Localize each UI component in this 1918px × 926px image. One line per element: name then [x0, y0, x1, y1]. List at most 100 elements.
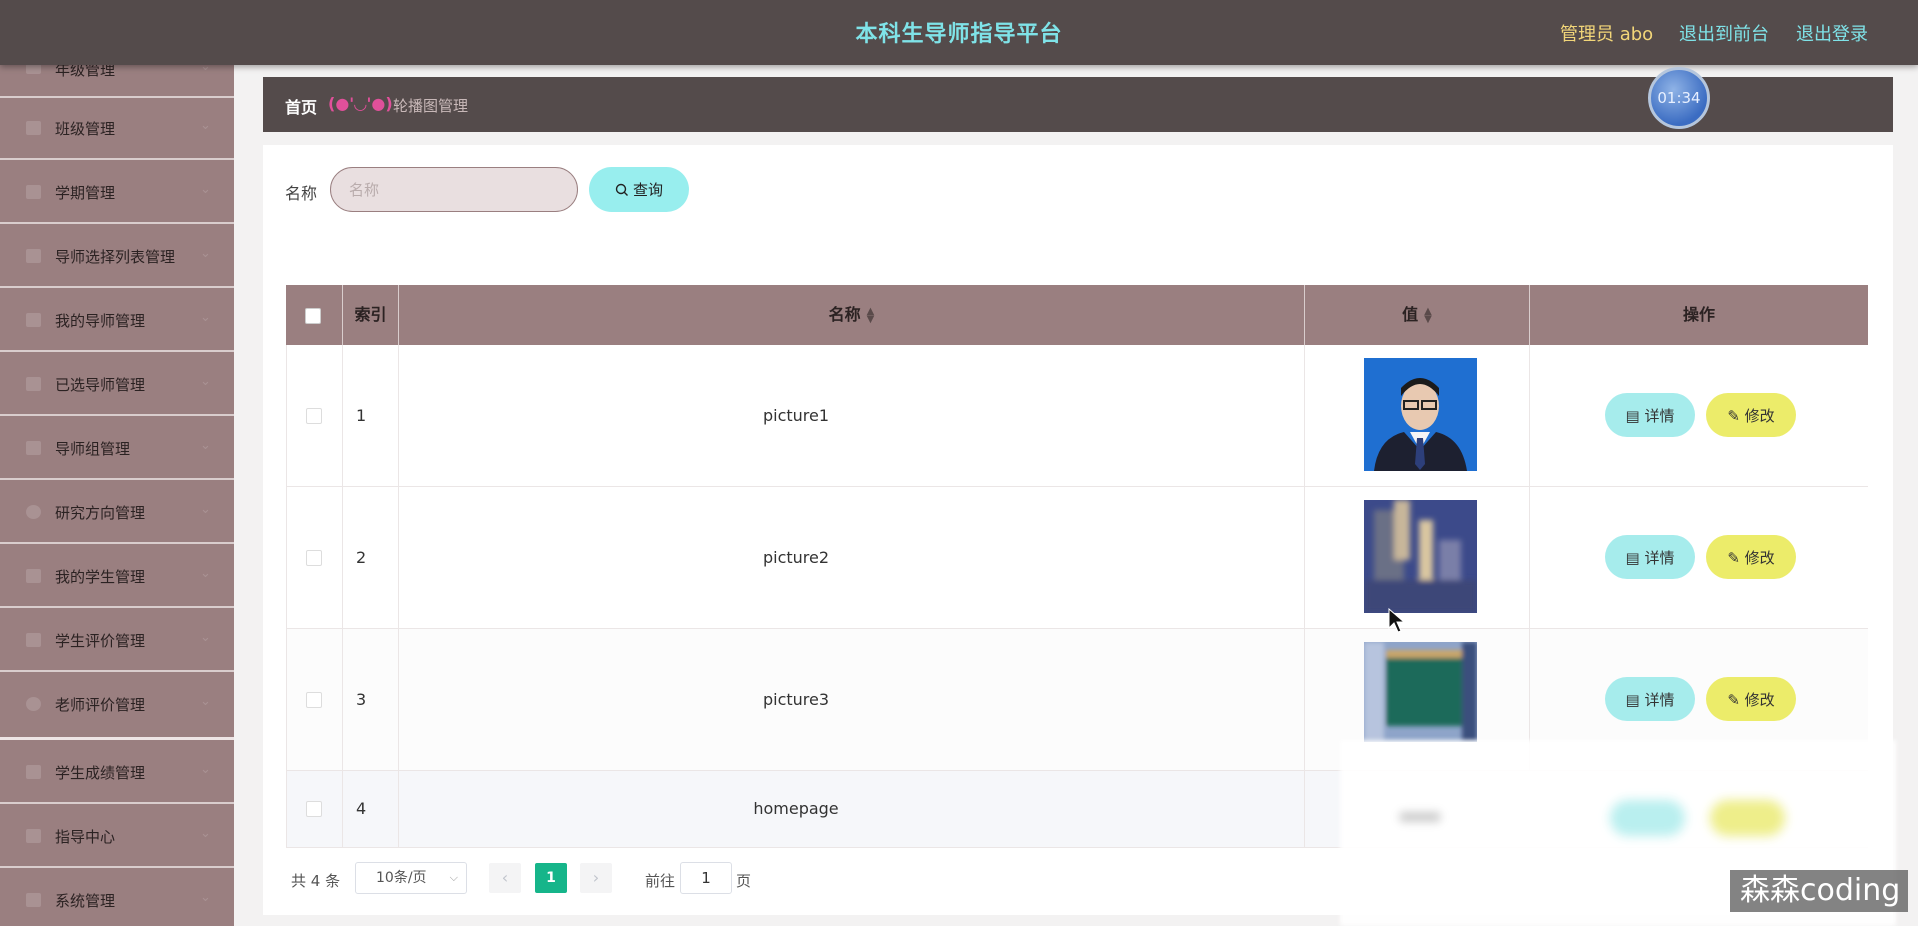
back-to-frontend-link[interactable]: 退出到前台: [1679, 20, 1769, 46]
document-icon: ▤: [1625, 406, 1645, 425]
next-page-button[interactable]: ›: [580, 863, 612, 893]
document-icon: [26, 377, 41, 391]
column-header-name[interactable]: 名称 ▲ ▼: [399, 285, 1305, 345]
sidebar-item-student-grades[interactable]: 学生成绩管理 ⌄: [0, 742, 234, 804]
chevron-down-icon: ⌄: [200, 502, 211, 517]
sidebar-item-label: 老师评价管理: [55, 696, 146, 714]
detail-button-label: 详情: [1644, 548, 1675, 567]
column-header-name-label: 名称: [828, 305, 861, 324]
edit-button[interactable]: ✎ 修改: [1706, 677, 1796, 721]
sidebar-item-mentor-selection-list[interactable]: 导师选择列表管理 ⌄: [0, 226, 234, 288]
sidebar-item-label: 班级管理: [55, 120, 116, 138]
chevron-down-icon: ⌄: [200, 310, 211, 325]
page-size-value: 10条/页: [376, 870, 427, 886]
detail-button[interactable]: ▤ 详情: [1605, 677, 1695, 721]
chevron-down-icon: ⌄: [200, 826, 211, 841]
monitor-icon: [26, 185, 41, 199]
table-row: 1 picture1 ▤ 详情 ✎ 修改: [286, 345, 1868, 487]
pagination-total: 共 4 条: [291, 872, 341, 890]
breadcrumb-current: 轮播图管理: [393, 97, 469, 115]
goto-page-input[interactable]: [680, 862, 732, 894]
document-icon: [26, 829, 41, 843]
column-header-value[interactable]: 值 ▲ ▼: [1305, 285, 1530, 345]
query-button[interactable]: 查询: [589, 167, 689, 212]
sidebar-item-label: 我的导师管理: [55, 312, 146, 330]
blurred-value: [1400, 812, 1440, 822]
list-icon: [26, 765, 41, 779]
sidebar-item-my-mentor[interactable]: 我的导师管理 ⌄: [0, 290, 234, 352]
chevron-down-icon: ⌄: [200, 694, 211, 709]
detail-button[interactable]: ▤ 详情: [1605, 535, 1695, 579]
edit-button[interactable]: ✎ 修改: [1706, 393, 1796, 437]
document-icon: ▤: [1625, 548, 1645, 567]
sidebar-item-label: 导师组管理: [55, 440, 131, 458]
watermark: 森森coding: [1730, 870, 1908, 912]
edit-button[interactable]: ✎ 修改: [1706, 535, 1796, 579]
blurred-edit-button: [1710, 800, 1785, 836]
breadcrumb-home[interactable]: 首页: [285, 94, 317, 118]
chevron-down-icon: ⌄: [200, 182, 211, 197]
blurred-photo: [1364, 500, 1477, 613]
sort-icon[interactable]: ▲ ▼: [1424, 306, 1432, 324]
chevron-down-icon: ⌄: [200, 890, 211, 905]
sidebar-item-semester[interactable]: 学期管理 ⌄: [0, 162, 234, 224]
monitor-icon: [26, 893, 41, 907]
sidebar-item-teacher-evaluation[interactable]: 老师评价管理 ⌄: [0, 674, 234, 740]
detail-button-label: 详情: [1644, 406, 1675, 425]
sidebar-item-label: 指导中心: [55, 828, 116, 846]
compass-icon: [26, 505, 41, 519]
select-all-checkbox[interactable]: [305, 308, 321, 324]
document-icon: ▤: [1625, 690, 1645, 709]
sidebar-item-label: 学生成绩管理: [55, 764, 146, 782]
sidebar-item-label: 系统管理: [55, 892, 116, 910]
logout-link[interactable]: 退出登录: [1796, 20, 1868, 46]
row-name: picture2: [762, 548, 830, 567]
chevron-down-icon: ⌵: [449, 871, 458, 884]
edit-icon: ✎: [1727, 406, 1745, 425]
send-icon: [26, 633, 41, 647]
detail-button[interactable]: ▤ 详情: [1605, 393, 1695, 437]
sidebar-item-mentor-group[interactable]: 导师组管理 ⌄: [0, 418, 234, 480]
edit-button-label: 修改: [1744, 690, 1775, 709]
flag-icon: [26, 121, 41, 135]
sidebar-item-my-students[interactable]: 我的学生管理 ⌄: [0, 546, 234, 608]
sidebar-item-system[interactable]: 系统管理 ⌄: [0, 870, 234, 926]
compass-icon: [26, 697, 41, 711]
detail-button-label: 详情: [1644, 690, 1675, 709]
search-input[interactable]: [330, 167, 578, 212]
sidebar-item-label: 研究方向管理: [55, 504, 146, 522]
thumbnail-image[interactable]: [1364, 358, 1477, 471]
sidebar-item-label: 导师选择列表管理: [55, 248, 176, 266]
chevron-down-icon: ⌄: [200, 374, 211, 389]
sidebar-item-research-direction[interactable]: 研究方向管理 ⌄: [0, 482, 234, 544]
edit-button-label: 修改: [1744, 406, 1775, 425]
chart-icon: [26, 441, 41, 455]
sidebar-item-label: 学生评价管理: [55, 632, 146, 650]
chevron-down-icon: ⌄: [200, 762, 211, 777]
column-header-value-label: 值: [1402, 305, 1419, 324]
row-name: picture1: [762, 406, 830, 425]
sidebar: 年级管理 ⌄ 班级管理 ⌄ 学期管理 ⌄ 导师选择列表管理 ⌄ 我的导师管理 ⌄…: [0, 0, 234, 926]
sidebar-item-selected-mentor[interactable]: 已选导师管理 ⌄: [0, 354, 234, 416]
classroom-photo: [1364, 642, 1477, 742]
send-icon: [26, 249, 41, 263]
query-button-label: 查询: [632, 181, 663, 199]
select-all-cell: [286, 285, 343, 345]
sidebar-item-student-evaluation[interactable]: 学生评价管理 ⌄: [0, 610, 234, 672]
search-label: 名称: [285, 184, 318, 203]
thumbnail-image[interactable]: [1364, 500, 1477, 613]
column-header-index: 索引: [343, 285, 399, 345]
monitor-icon: [26, 569, 41, 583]
page-size-select[interactable]: 10条/页 ⌵: [355, 862, 467, 894]
sidebar-item-class[interactable]: 班级管理 ⌄: [0, 98, 234, 160]
search-icon: [615, 183, 628, 196]
current-page[interactable]: 1: [535, 863, 567, 893]
thumbnail-image[interactable]: [1364, 642, 1477, 742]
chevron-down-icon: ⌄: [200, 438, 211, 453]
edit-icon: ✎: [1727, 690, 1745, 709]
top-header: 本科生导师指导平台 管理员 abo 退出到前台 退出登录: [0, 0, 1918, 65]
sidebar-item-guidance-center[interactable]: 指导中心 ⌄: [0, 806, 234, 868]
prev-page-button[interactable]: ‹: [489, 863, 521, 893]
chevron-down-icon: ⌄: [200, 630, 211, 645]
sort-icon[interactable]: ▲ ▼: [867, 306, 875, 324]
